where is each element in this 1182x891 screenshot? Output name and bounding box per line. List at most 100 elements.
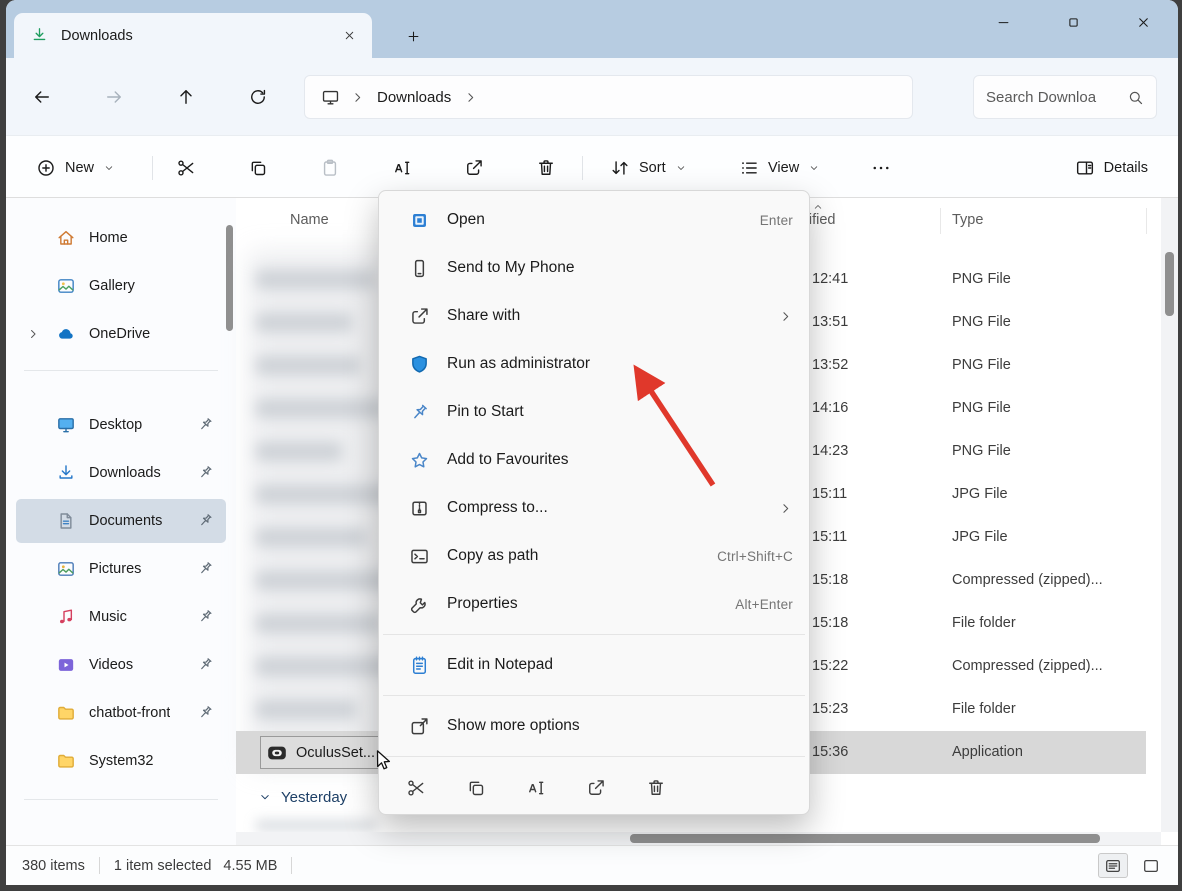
refresh-button[interactable] <box>236 75 280 119</box>
items-count: 380 items <box>22 858 85 874</box>
blurred-file-name <box>256 614 380 633</box>
column-header-name[interactable]: Name <box>290 212 329 228</box>
sidebar-item-chatbot-front[interactable]: chatbot-front <box>16 691 226 735</box>
window-controls <box>968 0 1178 44</box>
sidebar-item-gallery[interactable]: Gallery <box>16 264 226 308</box>
breadcrumb-downloads[interactable]: Downloads <box>369 84 459 111</box>
expander-chevron-icon[interactable] <box>26 327 40 341</box>
menu-item-pin-to-start[interactable]: Pin to Start <box>379 388 809 436</box>
new-tab-button[interactable] <box>398 22 428 50</box>
more-options-button[interactable] <box>859 146 903 189</box>
sidebar-item-music[interactable]: Music <box>16 595 226 639</box>
maximize-button[interactable] <box>1038 0 1108 44</box>
close-icon <box>343 29 356 42</box>
sort-button[interactable]: Sort <box>600 146 697 189</box>
large-icons-view-button[interactable] <box>1136 853 1166 878</box>
horizontal-scrollbar-thumb[interactable] <box>630 834 1100 843</box>
pin-icon <box>197 704 214 721</box>
menu-item-label: Edit in Notepad <box>447 656 793 674</box>
minimize-icon <box>996 15 1011 30</box>
up-button[interactable] <box>164 75 208 119</box>
menu-item-share-with[interactable]: Share with <box>379 292 809 340</box>
sidebar-item-system32[interactable]: System32 <box>16 739 226 783</box>
sidebar-item-onedrive[interactable]: OneDrive <box>16 312 226 356</box>
submenu-chevron-icon <box>778 309 793 324</box>
chevron-down-icon <box>675 162 687 174</box>
column-divider[interactable] <box>1146 208 1147 234</box>
tab-title: Downloads <box>61 28 336 44</box>
menu-item-edit-in-notepad[interactable]: Edit in Notepad <box>379 641 809 689</box>
vertical-scrollbar-thumb[interactable] <box>1165 252 1174 316</box>
menu-item-run-as-administrator[interactable]: Run as administrator <box>379 340 809 388</box>
breadcrumb[interactable]: Downloads <box>304 75 913 119</box>
back-button[interactable] <box>20 75 64 119</box>
group-collapse-icon[interactable] <box>258 790 272 804</box>
view-icon <box>739 158 759 178</box>
share-button[interactable] <box>580 772 612 804</box>
toolbar-divider <box>582 156 583 180</box>
close-icon <box>1136 15 1151 30</box>
sidebar-divider <box>24 370 218 371</box>
sidebar-scrollbar-thumb[interactable] <box>226 225 233 331</box>
sidebar-item-videos[interactable]: Videos <box>16 643 226 687</box>
close-button[interactable] <box>1108 0 1178 44</box>
selected-file[interactable]: OculusSet... <box>260 736 386 769</box>
menu-item-properties[interactable]: Properties Alt+Enter <box>379 580 809 628</box>
menu-item-send-to-my-phone[interactable]: Send to My Phone <box>379 244 809 292</box>
new-button[interactable]: New <box>26 146 125 189</box>
column-divider[interactable] <box>940 208 941 234</box>
forward-button[interactable] <box>92 75 136 119</box>
delete-button[interactable] <box>640 772 672 804</box>
documents-icon <box>56 511 76 531</box>
share-icon <box>409 306 430 327</box>
search-icon <box>1127 89 1144 106</box>
tab-downloads[interactable]: Downloads <box>14 13 372 58</box>
sidebar-item-desktop[interactable]: Desktop <box>16 403 226 447</box>
paste-button[interactable] <box>308 146 352 189</box>
new-label: New <box>65 160 94 176</box>
rename-icon <box>392 158 412 178</box>
navigation-pane: Home Gallery OneDrive Desktop Downloads … <box>6 198 236 845</box>
details-view-button[interactable] <box>1098 853 1128 878</box>
menu-item-copy-as-path[interactable]: Copy as path Ctrl+Shift+C <box>379 532 809 580</box>
sidebar-item-label: Videos <box>89 657 133 673</box>
sort-icon <box>610 158 630 178</box>
this-pc-icon[interactable] <box>321 88 340 107</box>
menu-item-label: Compress to... <box>447 499 778 517</box>
selected-file-name: OculusSet... <box>296 745 375 761</box>
group-header-yesterday[interactable]: Yesterday <box>236 780 347 814</box>
rename-button[interactable] <box>520 772 552 804</box>
context-menu: Open Enter Send to My Phone Share with R… <box>378 190 810 815</box>
view-button[interactable]: View <box>729 146 830 189</box>
sidebar-item-pictures[interactable]: Pictures <box>16 547 226 591</box>
sidebar-item-documents[interactable]: Documents <box>16 499 226 543</box>
menu-item-label: Properties <box>447 595 735 613</box>
file-time: 15:18 <box>812 602 848 645</box>
tab-close-button[interactable] <box>336 23 362 49</box>
rename-button[interactable] <box>380 146 424 189</box>
menu-item-show-more-options[interactable]: Show more options <box>379 702 809 750</box>
menu-item-add-to-favourites[interactable]: Add to Favourites <box>379 436 809 484</box>
file-time: 15:22 <box>812 645 848 688</box>
delete-button[interactable] <box>524 146 568 189</box>
share-button[interactable] <box>452 146 496 189</box>
submenu-chevron-icon <box>778 501 793 516</box>
minimize-button[interactable] <box>968 0 1038 44</box>
menu-item-open[interactable]: Open Enter <box>379 196 809 244</box>
menu-item-compress-to[interactable]: Compress to... <box>379 484 809 532</box>
copy-button[interactable] <box>460 772 492 804</box>
cut-button[interactable] <box>164 146 208 189</box>
cut-button[interactable] <box>400 772 432 804</box>
admin-shield-icon <box>409 354 430 375</box>
sidebar-item-downloads[interactable]: Downloads <box>16 451 226 495</box>
sidebar-item-home[interactable]: Home <box>16 216 226 260</box>
file-type: File folder <box>952 688 1016 731</box>
column-header-type[interactable]: Type <box>952 212 983 228</box>
copy-icon <box>466 778 486 798</box>
copy-button[interactable] <box>236 146 280 189</box>
blurred-file-name <box>256 442 342 461</box>
file-time: 15:18 <box>812 559 848 602</box>
details-pane-button[interactable]: Details <box>1065 146 1158 189</box>
search-input[interactable]: Search Downloa <box>973 75 1157 119</box>
cut-icon <box>176 158 196 178</box>
